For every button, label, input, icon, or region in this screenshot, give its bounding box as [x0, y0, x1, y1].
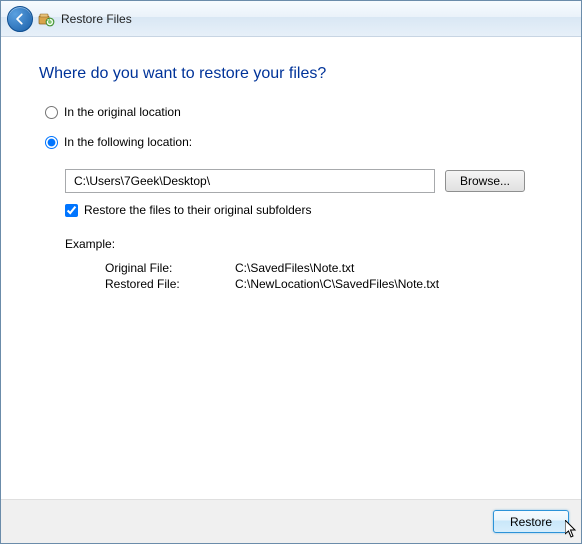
arrow-left-icon: [13, 12, 27, 26]
radio-original[interactable]: [45, 106, 58, 119]
radio-original-label[interactable]: In the original location: [64, 105, 181, 119]
window-title: Restore Files: [61, 12, 132, 26]
back-button[interactable]: [7, 6, 33, 32]
checkbox-subfolders-label[interactable]: Restore the files to their original subf…: [84, 203, 311, 217]
content-area: Where do you want to restore your files?…: [1, 37, 581, 499]
page-heading: Where do you want to restore your files?: [39, 65, 543, 83]
example-original-value: C:\SavedFiles\Note.txt: [235, 261, 543, 275]
titlebar: Restore Files: [1, 1, 581, 37]
option-following-location[interactable]: In the following location:: [39, 135, 543, 149]
radio-following-label[interactable]: In the following location:: [64, 135, 192, 149]
example-block: Example: Original File: C:\SavedFiles\No…: [65, 237, 543, 291]
example-restored-label: Restored File:: [105, 277, 215, 291]
restore-button[interactable]: Restore: [493, 510, 569, 533]
radio-following[interactable]: [45, 136, 58, 149]
option-original-location[interactable]: In the original location: [39, 105, 543, 119]
example-original-label: Original File:: [105, 261, 215, 275]
example-heading: Example:: [65, 237, 543, 251]
restore-files-wizard: Restore Files Where do you want to resto…: [0, 0, 582, 544]
following-location-block: Browse... Restore the files to their ori…: [39, 169, 543, 291]
path-input[interactable]: [65, 169, 435, 193]
example-restored-value: C:\NewLocation\C\SavedFiles\Note.txt: [235, 277, 543, 291]
browse-button[interactable]: Browse...: [445, 170, 525, 192]
subfolders-option[interactable]: Restore the files to their original subf…: [65, 203, 543, 217]
checkbox-subfolders[interactable]: [65, 204, 78, 217]
restore-app-icon: [37, 10, 55, 28]
footer-bar: Restore: [1, 499, 581, 543]
